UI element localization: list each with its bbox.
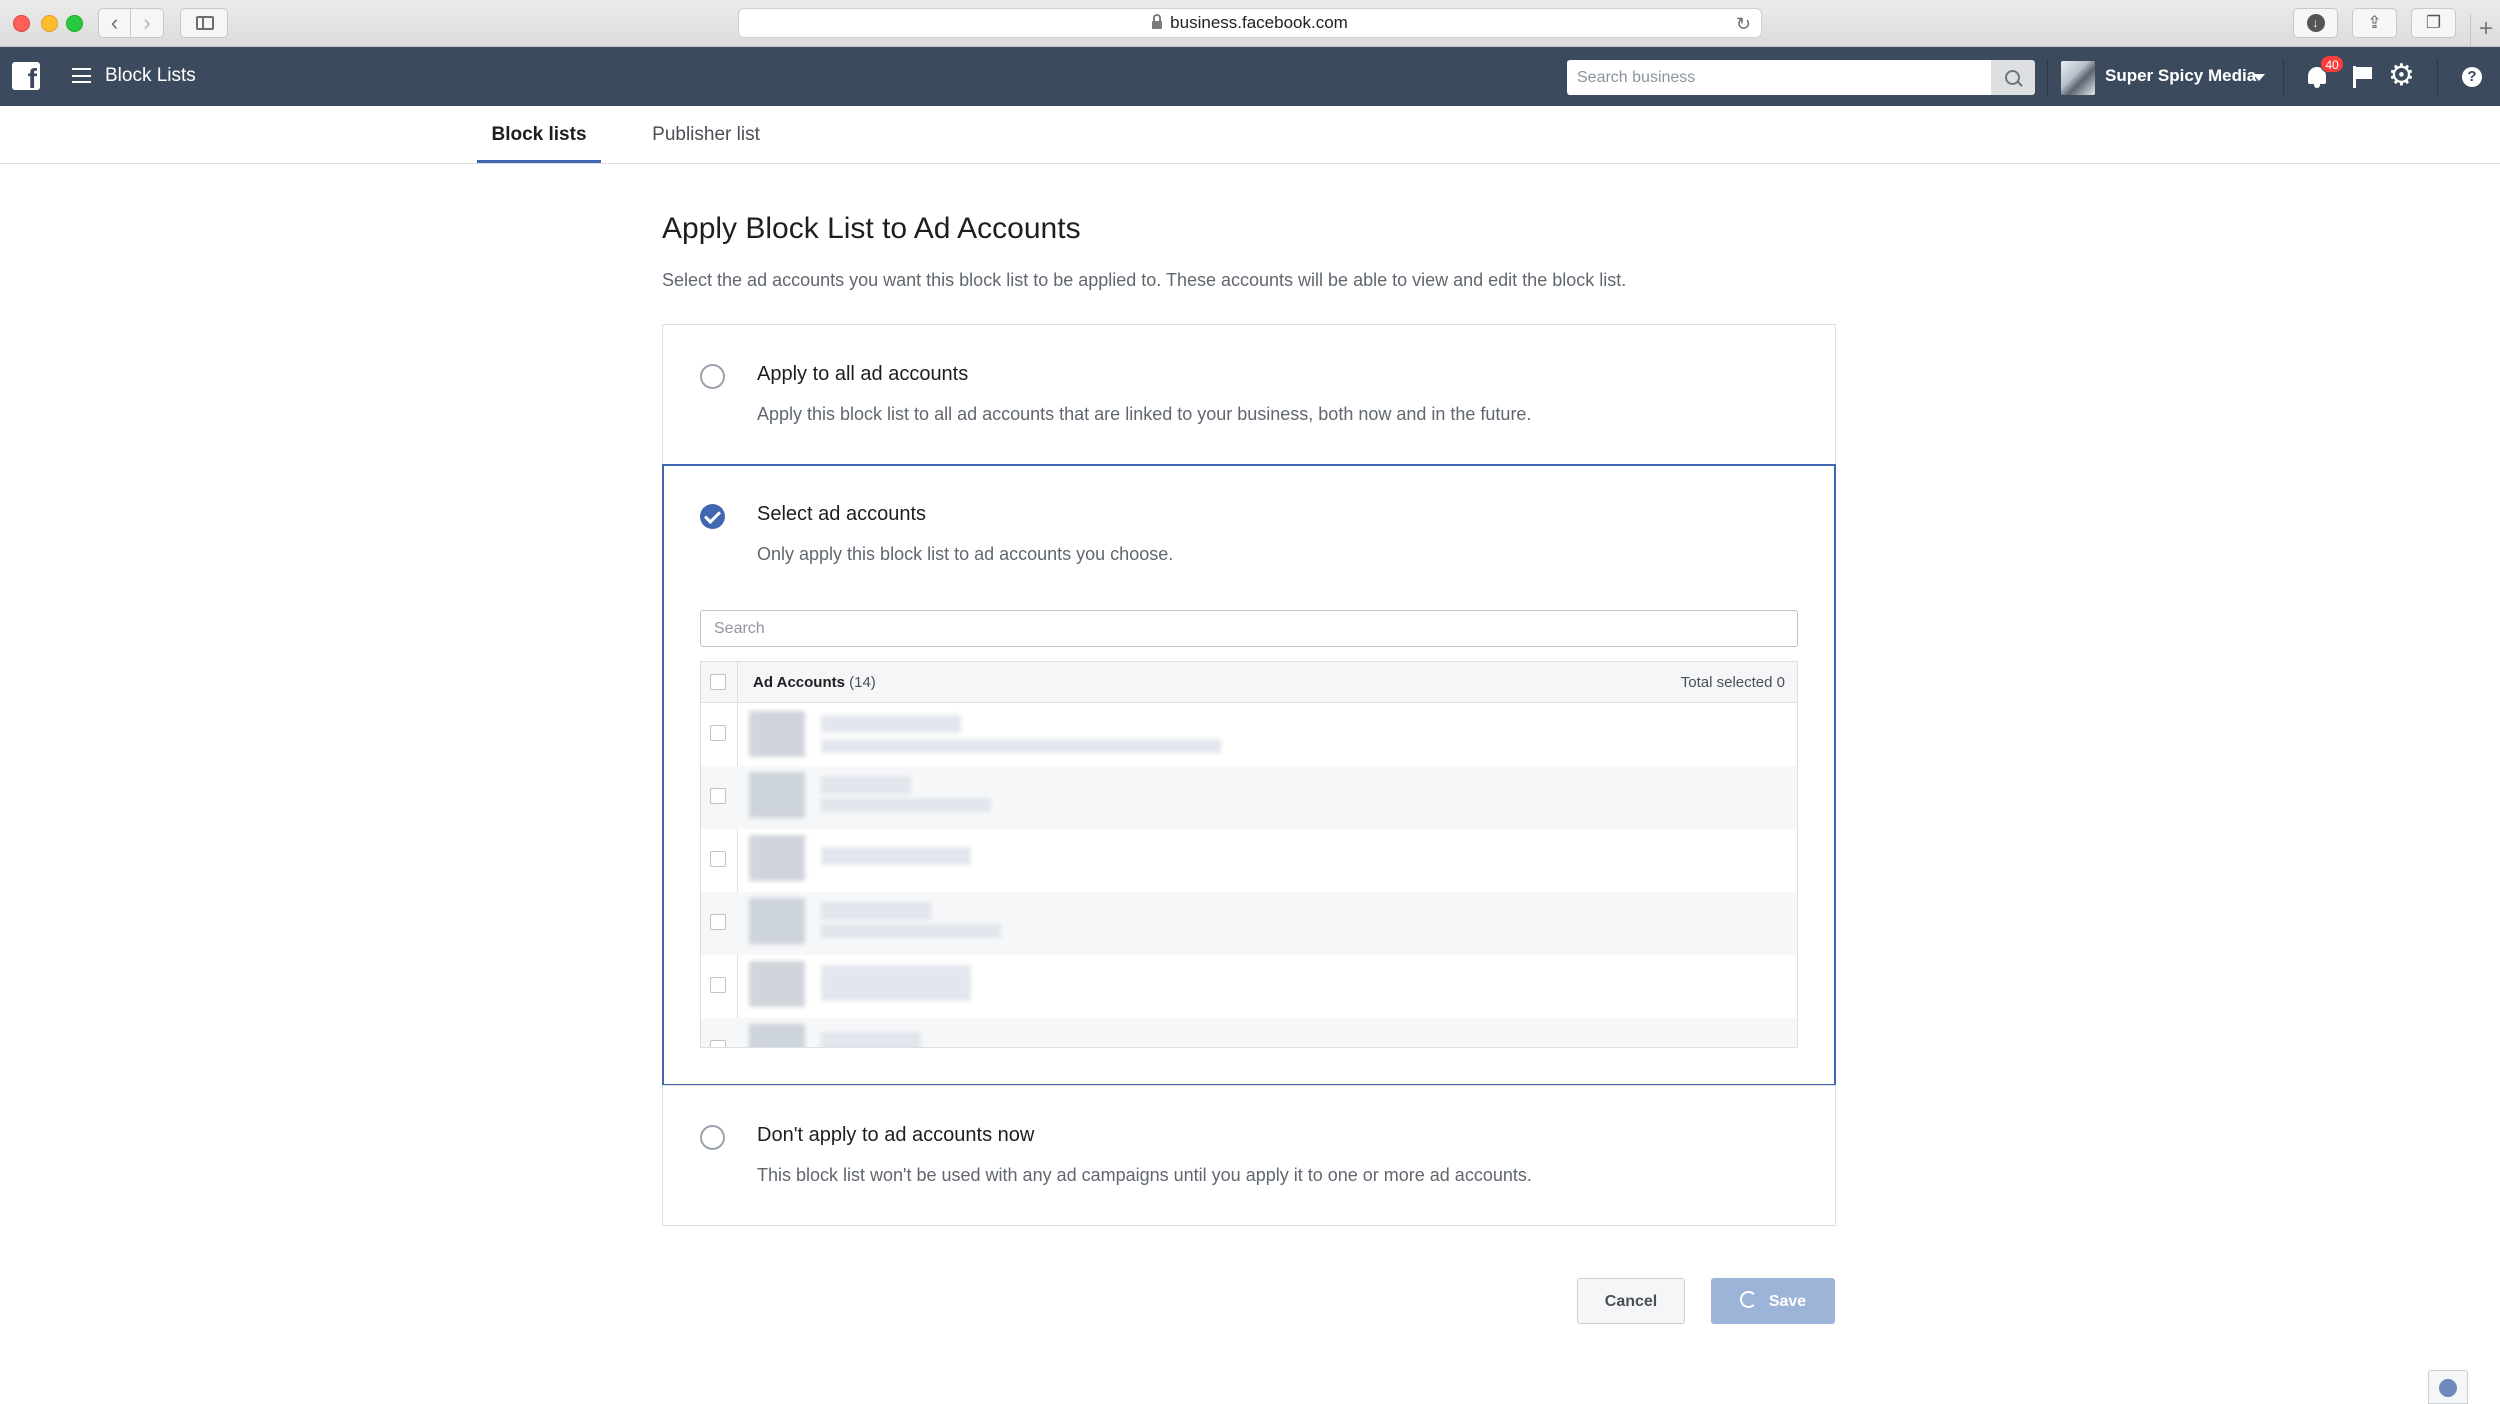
tabs-icon: ❐ <box>2425 13 2442 32</box>
radio-dont-apply[interactable] <box>700 1125 725 1150</box>
caret-down-icon[interactable] <box>2253 74 2265 81</box>
hamburger-menu-icon[interactable] <box>72 68 91 83</box>
option-select-accounts[interactable]: Select ad accounts Only apply this block… <box>662 464 1836 1086</box>
save-label: Save <box>1768 1293 1807 1310</box>
table-row[interactable] <box>701 703 1797 766</box>
row-checkbox[interactable] <box>710 725 726 741</box>
row-checkbox[interactable] <box>710 788 726 804</box>
save-button[interactable]: Save <box>1711 1278 1835 1324</box>
tab-publisher-list[interactable]: Publisher list <box>642 106 770 163</box>
row-checkbox[interactable] <box>710 914 726 930</box>
new-tab-button[interactable]: + <box>2470 14 2500 47</box>
account-name <box>821 776 911 794</box>
option-description: This block list won't be used with any a… <box>757 1165 1532 1185</box>
facebook-logo-icon[interactable]: f <box>12 62 40 90</box>
sidebar-icon <box>196 16 214 30</box>
table-row[interactable] <box>701 955 1797 1018</box>
account-count: (14) <box>849 674 876 691</box>
option-title: Don't apply to ad accounts now <box>757 1124 1035 1146</box>
share-button[interactable]: ⇪ <box>2352 8 2397 38</box>
table-header-label: Ad Accounts (14) <box>753 674 876 691</box>
minimize-window-button[interactable] <box>41 15 58 32</box>
account-thumbnail <box>749 835 805 881</box>
table-header: Ad Accounts (14) Total selected 0 <box>701 662 1797 703</box>
account-name <box>821 715 961 733</box>
share-icon: ⇪ <box>2367 13 2382 32</box>
sidebar-toggle-button[interactable] <box>180 8 228 38</box>
account-thumbnail <box>749 898 805 944</box>
tabs-overview-button[interactable]: ❐ <box>2411 8 2456 38</box>
help-icon[interactable]: ? <box>2462 67 2482 87</box>
back-button[interactable]: ‹ <box>98 8 131 38</box>
option-title: Select ad accounts <box>757 503 926 525</box>
radio-select-accounts[interactable] <box>700 504 725 529</box>
chevron-left-icon: ‹ <box>110 10 119 35</box>
forward-button[interactable]: › <box>131 8 164 38</box>
row-checkbox[interactable] <box>710 1040 726 1047</box>
browser-toolbar: ‹ › business.facebook.com ↻ ↓ ⇪ ❐ + <box>0 0 2500 47</box>
tab-bar: Block lists Publisher list <box>0 106 2500 164</box>
divider <box>2047 59 2048 95</box>
select-all-checkbox[interactable] <box>710 674 726 690</box>
option-description: Apply this block list to all ad accounts… <box>757 404 1532 424</box>
loading-spinner-icon <box>1739 1291 1757 1309</box>
language-button[interactable] <box>2428 1370 2468 1404</box>
ad-accounts-table: Ad Accounts (14) Total selected 0 <box>700 661 1798 1048</box>
address-bar[interactable]: business.facebook.com ↻ <box>738 8 1762 38</box>
account-id <box>821 798 991 812</box>
account-thumbnail <box>749 961 805 1007</box>
account-name <box>821 847 971 865</box>
globe-icon <box>2439 1379 2457 1397</box>
account-thumbnail <box>749 711 805 757</box>
total-selected: Total selected 0 <box>1680 674 1785 691</box>
option-title: Apply to all ad accounts <box>757 363 969 385</box>
page-description: Select the ad accounts you want this blo… <box>662 270 1627 290</box>
search-business-input[interactable] <box>1567 60 1991 95</box>
account-thumbnail <box>749 772 805 818</box>
account-search-input[interactable] <box>700 610 1798 647</box>
cancel-button[interactable]: Cancel <box>1577 1278 1685 1324</box>
search-button[interactable] <box>1991 60 2035 95</box>
url-text: business.facebook.com <box>1170 13 1348 32</box>
option-apply-all[interactable]: Apply to all ad accounts Apply this bloc… <box>662 324 1836 465</box>
reload-icon[interactable]: ↻ <box>1736 14 1751 35</box>
business-name[interactable]: Super Spicy Media <box>2105 66 2256 86</box>
account-name <box>821 902 931 920</box>
row-checkbox[interactable] <box>710 977 726 993</box>
search-icon <box>2005 70 2020 85</box>
downloads-button[interactable]: ↓ <box>2293 8 2338 38</box>
history-nav: ‹ › <box>98 8 164 38</box>
divider <box>2283 59 2284 95</box>
chevron-right-icon: › <box>143 10 151 35</box>
table-row[interactable] <box>701 766 1797 829</box>
account-id <box>821 924 1001 938</box>
close-window-button[interactable] <box>13 15 30 32</box>
divider <box>2437 59 2438 95</box>
account-name <box>821 1032 921 1047</box>
app-title: Block Lists <box>105 65 196 86</box>
zoom-window-button[interactable] <box>66 15 83 32</box>
avatar[interactable] <box>2061 61 2095 95</box>
option-description: Only apply this block list to ad account… <box>757 544 1174 564</box>
table-row[interactable] <box>701 829 1797 892</box>
lock-icon <box>1152 14 1163 29</box>
top-navigation-bar: f Block Lists Super Spicy Media 40 ⚙ ? <box>0 47 2500 106</box>
page-title: Apply Block List to Ad Accounts <box>662 212 1081 245</box>
row-checkbox[interactable] <box>710 851 726 867</box>
tab-block-lists[interactable]: Block lists <box>477 106 601 163</box>
table-row[interactable] <box>701 1018 1797 1047</box>
radio-apply-all[interactable] <box>700 364 725 389</box>
download-icon: ↓ <box>2306 14 2325 32</box>
gear-icon[interactable]: ⚙ <box>2388 61 2415 91</box>
account-id <box>821 739 1221 753</box>
account-thumbnail <box>749 1024 805 1047</box>
option-dont-apply[interactable]: Don't apply to ad accounts now This bloc… <box>662 1085 1836 1226</box>
flag-icon[interactable] <box>2353 66 2373 88</box>
notification-badge: 40 <box>2320 55 2344 73</box>
account-name <box>821 965 971 1001</box>
table-row[interactable] <box>701 892 1797 955</box>
